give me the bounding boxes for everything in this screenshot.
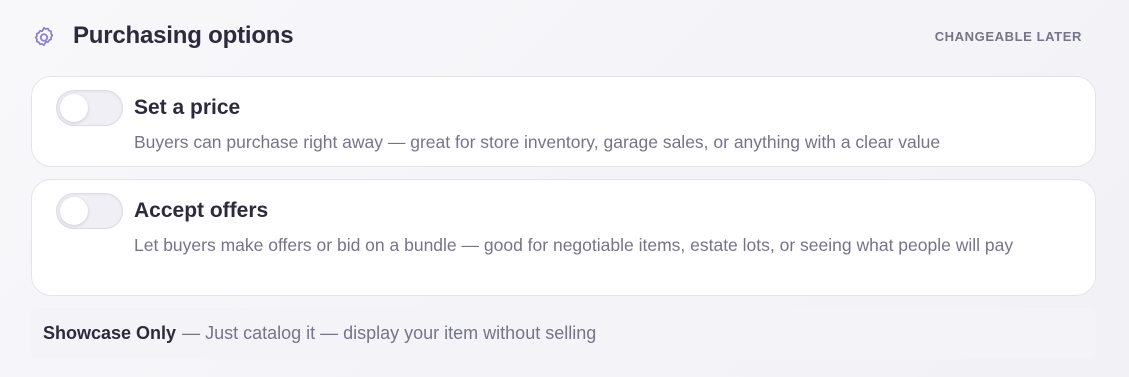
- option-card-set-price[interactable]: Set a price Buyers can purchase right aw…: [31, 76, 1096, 167]
- showcase-description: — Just catalog it — display your item wi…: [182, 323, 597, 343]
- option-title: Set a price: [134, 96, 241, 119]
- option-description: Buyers can purchase right away — great f…: [134, 132, 941, 152]
- showcase-label: Showcase Only: [43, 323, 177, 343]
- section-header: Purchasing options CHANGEABLE LATER: [31, 18, 1098, 54]
- set-price-toggle[interactable]: [56, 90, 123, 126]
- changeable-later-note: CHANGEABLE LATER: [934, 29, 1082, 44]
- option-title: Accept offers: [134, 199, 269, 222]
- gear-icon: [31, 24, 57, 50]
- toggle-knob: [60, 94, 88, 122]
- section-title: Purchasing options: [73, 22, 294, 49]
- showcase-only-option[interactable]: Showcase Only — Just catalog it — displa…: [31, 308, 1096, 359]
- purchasing-options-section: Purchasing options CHANGEABLE LATER Set …: [0, 0, 1129, 377]
- accept-offers-toggle[interactable]: [56, 193, 123, 229]
- option-card-accept-offers[interactable]: Accept offers Let buyers make offers or …: [31, 179, 1096, 296]
- toggle-knob: [60, 197, 88, 225]
- option-description: Let buyers make offers or bid on a bundl…: [134, 235, 1014, 255]
